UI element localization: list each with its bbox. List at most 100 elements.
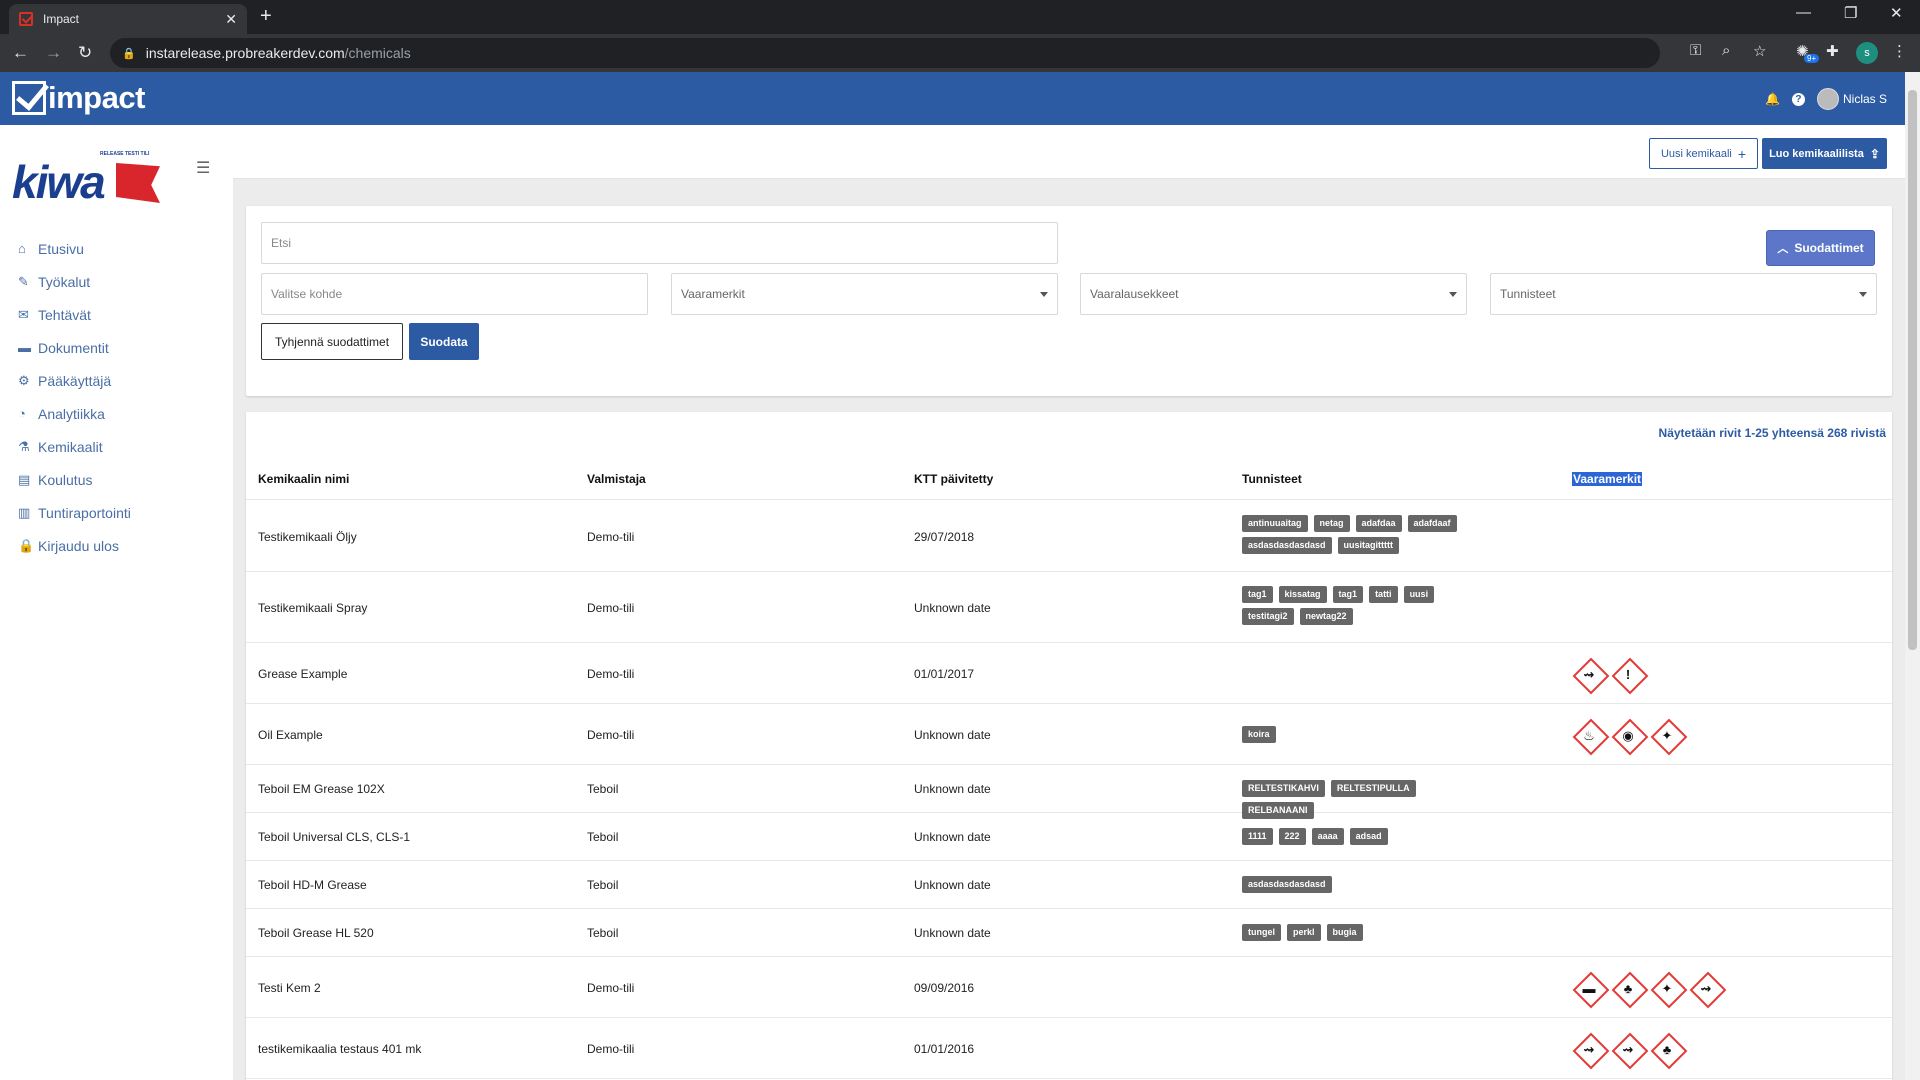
zoom-icon[interactable]: ⌕ [1722,42,1730,59]
wrench-icon: ✎ [18,273,29,289]
ghs-flame-icon: ♨ [1573,719,1605,751]
column-header-tags[interactable]: Tunnisteet [1242,472,1302,486]
bell-icon[interactable]: 🔔 [1765,92,1780,106]
help-icon[interactable]: ? [1791,92,1805,106]
sidebar-item-7[interactable]: ⚗ Kemikaalit [18,430,131,463]
ghs-corrosion-icon: ⇝ [1573,1033,1605,1065]
create-chemical-list-button[interactable]: Luo kemikaalilista ⇪ [1762,138,1887,169]
exclamation-icon: ! [1625,666,1631,682]
health-hazard-icon: ✦ [1661,980,1673,996]
table-row[interactable]: Testikemikaali Öljy Demo-tili 29/07/2018 an… [246,501,1892,572]
sidebar-item-label: Analytiikka [38,405,105,422]
cell-name[interactable]: Grease Example [258,667,347,681]
sidebar-item-label: Etusivu [38,240,84,257]
sidebar-item-3[interactable]: ✉ Tehtävät [18,298,131,331]
topbar-actions: 🔔 ? Niclas S [1765,88,1887,110]
ghs-health-hazard-icon: ✦ [1651,719,1683,751]
lock-icon: 🔒 [18,537,35,553]
tag-badge: uusi [1403,586,1435,603]
environment-icon: ♣ [1623,980,1633,996]
cell-sds-date: Unknown date [914,728,991,742]
profile-avatar[interactable]: s [1856,42,1878,64]
cell-name[interactable]: Oil Example [258,728,323,742]
cell-sds-date: Unknown date [914,878,991,892]
sidebar-item-9[interactable]: ▥ Tuntiraportointi [18,496,131,529]
tag-list: 1111 222 aaaa adsad [1242,828,1482,845]
user-menu[interactable]: Niclas S [1816,88,1887,110]
caret-down-icon [1040,291,1048,297]
target-select[interactable]: Valitse kohde [261,273,648,315]
kebab-menu-icon[interactable]: ⋮ [1892,42,1907,60]
sidebar-item-10[interactable]: 🔒 Kirjaudu ulos [18,529,131,562]
minimize-icon[interactable]: — [1796,4,1811,21]
cell-name[interactable]: Teboil Universal CLS, CLS-1 [258,830,410,844]
tags-select[interactable]: Tunnisteet [1490,273,1877,315]
puzzle-icon[interactable]: ✚ [1826,42,1839,60]
table-row[interactable]: Oil Example Demo-tili Unknown date koira ♨ ◉ ✦ [246,704,1892,765]
cell-name[interactable]: Testikemikaali Spray [258,601,367,615]
cell-name[interactable]: Testi Kem 2 [258,981,321,995]
cell-name[interactable]: Teboil Grease HL 520 [258,926,374,940]
tag-badge: adafdaa [1355,515,1402,532]
tag-badge: tag1 [1332,586,1364,603]
sidebar-item-6[interactable]: ◔ Analytiikka [18,397,131,430]
apply-filters-button[interactable]: Suodata [409,323,479,360]
clear-filters-button[interactable]: Tyhjennä suodattimet [261,323,403,360]
pagination-summary: Näytetään rivit 1-25 yhteensä 268 rivist… [1658,426,1886,440]
checkbox-logo-icon [12,81,46,115]
column-header-hazard-symbols[interactable]: Vaaramerkit [1572,472,1643,486]
search-input[interactable]: Etsi [261,222,1058,264]
table-row[interactable]: Teboil EM Grease 102X Teboil Unknown date R… [246,765,1892,819]
table-row[interactable]: Teboil Universal CLS, CLS-1 Teboil Unknown… [246,813,1892,861]
table-row[interactable]: testikemikaalia testaus 401 mk Demo-tili 0… [246,1018,1892,1079]
forward-icon[interactable]: → [45,43,62,63]
comments-icon: ✉ [18,306,29,322]
table-row[interactable]: Teboil HD-M Grease Teboil Unknown date asda… [246,861,1892,909]
impact-logo[interactable]: impact [12,80,145,116]
sidebar-item-1[interactable]: ⌂ Etusivu [18,232,131,265]
brand-tagline: RELEASE TESTI TILI [100,151,150,157]
back-icon[interactable]: ← [12,43,29,63]
user-name: Niclas S [1842,92,1887,106]
sidebar-item-4[interactable]: ▬ Dokumentit [18,331,131,364]
hamburger-menu-icon[interactable]: ☰ [196,158,210,178]
hazard-symbols-select[interactable]: Vaaramerkit [671,273,1058,315]
new-chemical-button[interactable]: Uusi kemikaali + [1649,138,1758,169]
sidebar-item-label: Työkalut [38,273,91,290]
sidebar-item-8[interactable]: ▤ Koulutus [18,463,131,496]
page-scrollbar[interactable] [1905,72,1920,1080]
cell-name[interactable]: Teboil EM Grease 102X [258,782,385,796]
address-bar[interactable]: 🔒 instarelease.probreakerdev.com /chemic… [110,38,1660,68]
tab-close-icon[interactable]: ✕ [225,11,237,28]
column-header-name[interactable]: Kemikaalin nimi [258,472,349,486]
cell-name[interactable]: testikemikaalia testaus 401 mk [258,1042,421,1056]
toggle-filters-button[interactable]: ︿ Suodattimet [1766,230,1875,266]
hazard-statements-label: Vaaralausekkeet [1090,287,1179,301]
table-row[interactable]: Testikemikaali Spray Demo-tili Unknown dat… [246,572,1892,643]
column-header-manufacturer[interactable]: Valmistaja [587,472,646,486]
table-row[interactable]: Grease Example Demo-tili 01/01/2017 ⇝! [246,643,1892,704]
hazard-statements-select[interactable]: Vaaralausekkeet [1080,273,1467,315]
key-icon[interactable]: ⚿ [1690,42,1701,59]
cell-name[interactable]: Teboil HD-M Grease [258,878,367,892]
cell-name[interactable]: Testikemikaali Öljy [258,530,357,544]
scrollbar-thumb[interactable] [1908,90,1917,650]
tag-badge: netag [1313,515,1350,532]
column-header-sds-updated[interactable]: KTT päivitetty [914,472,993,486]
new-tab-button[interactable]: + [260,5,272,28]
ghs-corrosion-icon: ⇝ [1612,1033,1644,1065]
browser-tab[interactable]: Impact ✕ [9,4,247,34]
browser-tabstrip: Impact ✕ + — ❐ ✕ [0,0,1920,34]
tag-badge: 1111 [1242,828,1273,845]
ghs-corrosion-icon: ⇝ [1690,972,1722,1004]
window-close-icon[interactable]: ✕ [1890,4,1903,22]
sidebar-item-5[interactable]: ⚙ Pääkäyttäjä [18,364,131,397]
table-row[interactable]: Testi Kem 2 Demo-tili 09/09/2016 ▬ ♣ ✦ ⇝ [246,957,1892,1018]
sidebar-item-2[interactable]: ✎ Työkalut [18,265,131,298]
cell-sds-date: 09/09/2016 [914,981,975,995]
corrosion-icon: ⇝ [1622,1041,1634,1057]
reload-icon[interactable]: ↻ [78,43,92,63]
bookmark-star-icon[interactable]: ☆ [1753,42,1766,60]
table-row[interactable]: Teboil Grease HL 520 Teboil Unknown date tu… [246,909,1892,957]
restore-icon[interactable]: ❐ [1844,4,1857,22]
